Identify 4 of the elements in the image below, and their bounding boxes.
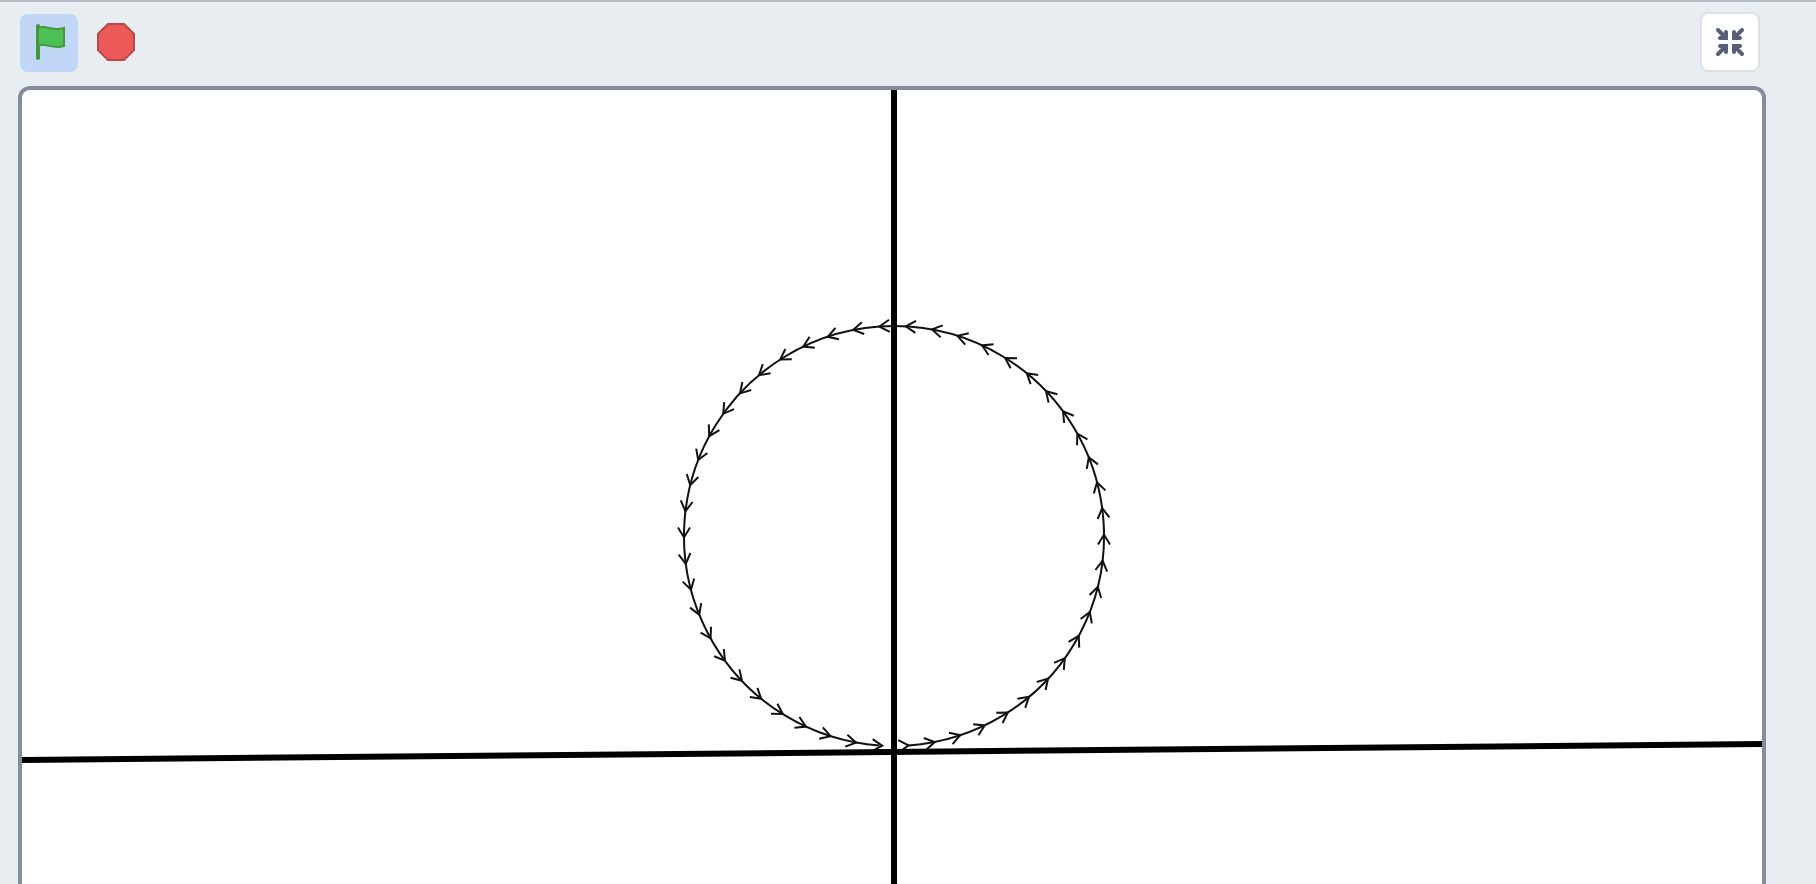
stop-button[interactable] xyxy=(96,22,136,62)
run-flag-button[interactable] xyxy=(20,13,78,71)
shrink-icon xyxy=(1714,26,1746,58)
exit-fullscreen-button[interactable] xyxy=(1700,12,1760,72)
